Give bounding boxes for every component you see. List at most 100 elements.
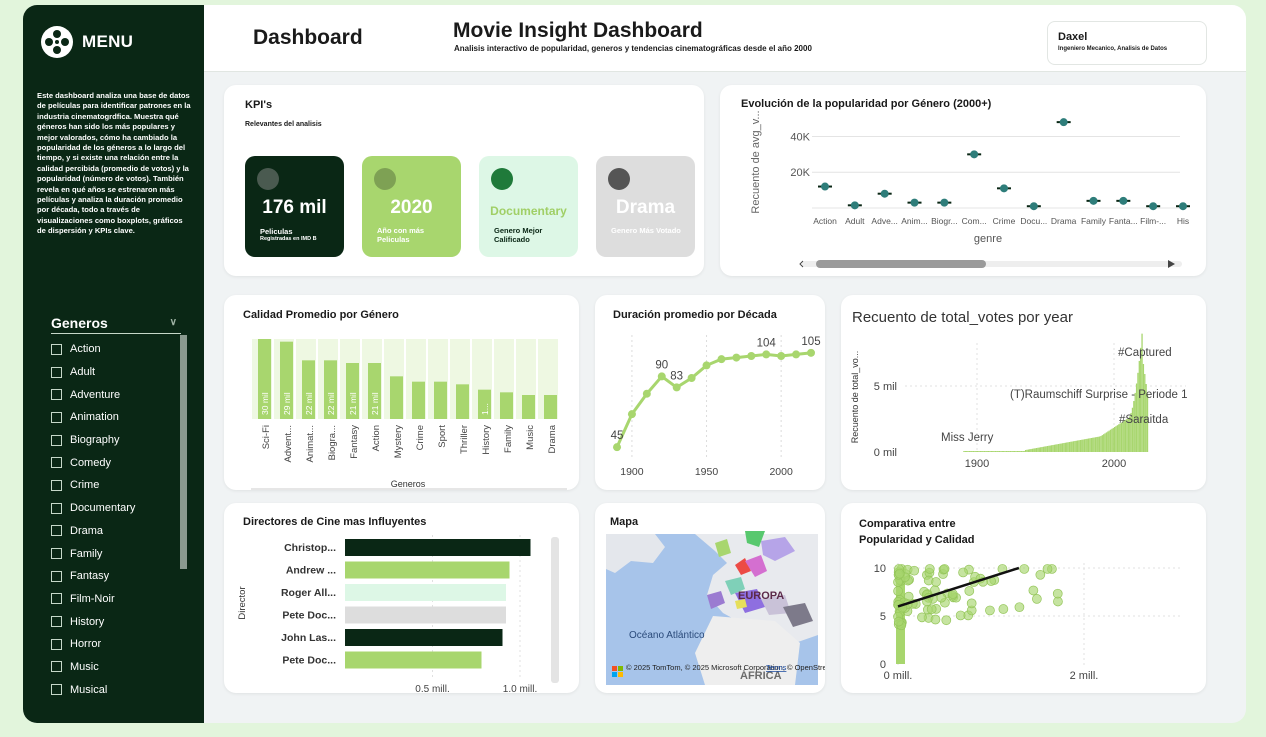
- box-point[interactable]: [1179, 202, 1187, 211]
- checkbox[interactable]: [51, 570, 62, 582]
- box-point[interactable]: [1089, 196, 1098, 205]
- data-point[interactable]: [672, 383, 681, 392]
- map-terms-link[interactable]: Terms: [766, 663, 787, 672]
- data-point[interactable]: [747, 352, 756, 360]
- data-point[interactable]: [657, 372, 666, 381]
- genre-slicer-item[interactable]: Drama: [51, 520, 135, 543]
- bar[interactable]: [456, 384, 469, 419]
- box-point[interactable]: [821, 182, 829, 191]
- histogram-bar: [966, 451, 968, 452]
- world-map[interactable]: EUROPA Océano Atlántico ÁFRICA © 2025 To…: [595, 503, 825, 693]
- bar[interactable]: [412, 381, 425, 419]
- genre-slicer-item[interactable]: Music: [51, 656, 135, 679]
- genre-slicer-item[interactable]: History: [51, 610, 135, 633]
- votes-area-chart[interactable]: Recuento de total_vo... 0 mil 5 mil #Captur…: [841, 295, 1206, 490]
- genre-slicer-item[interactable]: Documentary: [51, 497, 135, 520]
- chevron-down-icon[interactable]: ∨: [170, 317, 177, 328]
- bar[interactable]: [345, 539, 531, 556]
- data-point[interactable]: [717, 355, 726, 364]
- vertical-scrollbar[interactable]: [551, 537, 559, 683]
- data-point[interactable]: [732, 353, 741, 362]
- bar[interactable]: [390, 376, 403, 419]
- data-label: 22 mil: [326, 392, 336, 415]
- bar[interactable]: [345, 584, 506, 601]
- data-point[interactable]: [777, 352, 786, 360]
- bar[interactable]: [345, 561, 510, 579]
- horizontal-scrollbar-thumb[interactable]: [816, 260, 986, 268]
- popularity-quality-scatter[interactable]: 05100 mill. 2 mill.: [841, 503, 1206, 693]
- histogram-bar: [1052, 445, 1054, 452]
- histogram-bar: [1016, 451, 1019, 452]
- box-point[interactable]: [970, 150, 979, 159]
- data-point[interactable]: [613, 443, 621, 452]
- bar[interactable]: [345, 606, 506, 624]
- checkbox[interactable]: [51, 434, 62, 446]
- x-tick-label: Crime: [993, 216, 1016, 226]
- box-point[interactable]: [880, 189, 889, 198]
- checkbox[interactable]: [51, 479, 62, 491]
- data-point[interactable]: [687, 374, 696, 382]
- data-point[interactable]: [702, 361, 711, 370]
- genre-slicer-item[interactable]: Adult: [51, 361, 135, 384]
- scrollbar-track[interactable]: [251, 488, 567, 490]
- checkbox[interactable]: [51, 366, 62, 378]
- data-point[interactable]: [762, 350, 771, 359]
- genre-slicer-item[interactable]: Family: [51, 542, 135, 565]
- data-point[interactable]: [627, 410, 636, 419]
- genre-slicer-item[interactable]: Comedy: [51, 451, 135, 474]
- checkbox[interactable]: [51, 389, 62, 401]
- scatter-point: [955, 610, 966, 621]
- checkbox[interactable]: [51, 525, 62, 537]
- box-point[interactable]: [1000, 184, 1008, 193]
- directors-bar-chart[interactable]: Director Christop... Andrew ... Roger All..…: [224, 503, 579, 693]
- popularity-boxplot[interactable]: 20K 40K Recuento de avg_v... Action Adult Adv…: [720, 85, 1206, 276]
- bar[interactable]: [544, 395, 557, 419]
- runtime-line-chart[interactable]: 45 9083 104 105 1900 1950 2000: [595, 295, 825, 490]
- box-point[interactable]: [910, 198, 919, 207]
- y-tick-label: 0 mil: [874, 447, 897, 459]
- genre-slicer-item[interactable]: Film-Noir: [51, 588, 135, 611]
- checkbox[interactable]: [51, 343, 62, 355]
- document-icon: [374, 168, 396, 190]
- box-point[interactable]: [1119, 196, 1128, 205]
- checkbox[interactable]: [51, 593, 62, 605]
- data-point[interactable]: [807, 348, 815, 357]
- genre-slicer-item[interactable]: Crime: [51, 474, 135, 497]
- data-point[interactable]: [642, 389, 651, 398]
- genre-slicer-item[interactable]: Animation: [51, 406, 135, 429]
- checkbox[interactable]: [51, 684, 62, 696]
- slicer-scrollbar[interactable]: [180, 335, 187, 569]
- box-point[interactable]: [1029, 202, 1038, 211]
- genres-slicer-title[interactable]: Generos ∨: [51, 315, 181, 334]
- genre-slicer-item[interactable]: Action: [51, 338, 135, 361]
- box-point[interactable]: [1059, 118, 1068, 127]
- checkbox[interactable]: [51, 616, 62, 628]
- data-point[interactable]: [792, 350, 801, 359]
- histogram-bar: [1008, 451, 1010, 452]
- genre-label: Film-Noir: [70, 592, 115, 605]
- histogram-bar: [1074, 441, 1076, 452]
- bar[interactable]: [434, 381, 447, 419]
- scatter-point: [924, 564, 935, 574]
- checkbox[interactable]: [51, 638, 62, 650]
- quality-bar-chart[interactable]: 30 mil Sci-Fi 29 mil Advent... 22 mil Animat.…: [224, 295, 579, 490]
- genre-slicer-item[interactable]: Biography: [51, 429, 135, 452]
- bar[interactable]: [345, 629, 503, 646]
- histogram-bar: [1137, 372, 1139, 452]
- genre-slicer-item[interactable]: Fantasy: [51, 565, 135, 588]
- checkbox[interactable]: [51, 411, 62, 423]
- bar[interactable]: [500, 392, 513, 419]
- checkbox[interactable]: [51, 548, 62, 560]
- checkbox[interactable]: [51, 502, 62, 514]
- genre-slicer-item[interactable]: Adventure: [51, 383, 135, 406]
- box-point[interactable]: [940, 198, 949, 207]
- bar[interactable]: [345, 651, 482, 669]
- box-point[interactable]: [1149, 202, 1158, 211]
- checkbox[interactable]: [51, 457, 62, 469]
- bar[interactable]: [522, 395, 535, 419]
- genre-slicer-item[interactable]: Musical: [51, 678, 135, 701]
- genre-slicer-item[interactable]: Horror: [51, 633, 135, 656]
- checkbox[interactable]: [51, 661, 62, 673]
- box-point[interactable]: [850, 201, 859, 210]
- menu-header[interactable]: MENU: [40, 25, 133, 59]
